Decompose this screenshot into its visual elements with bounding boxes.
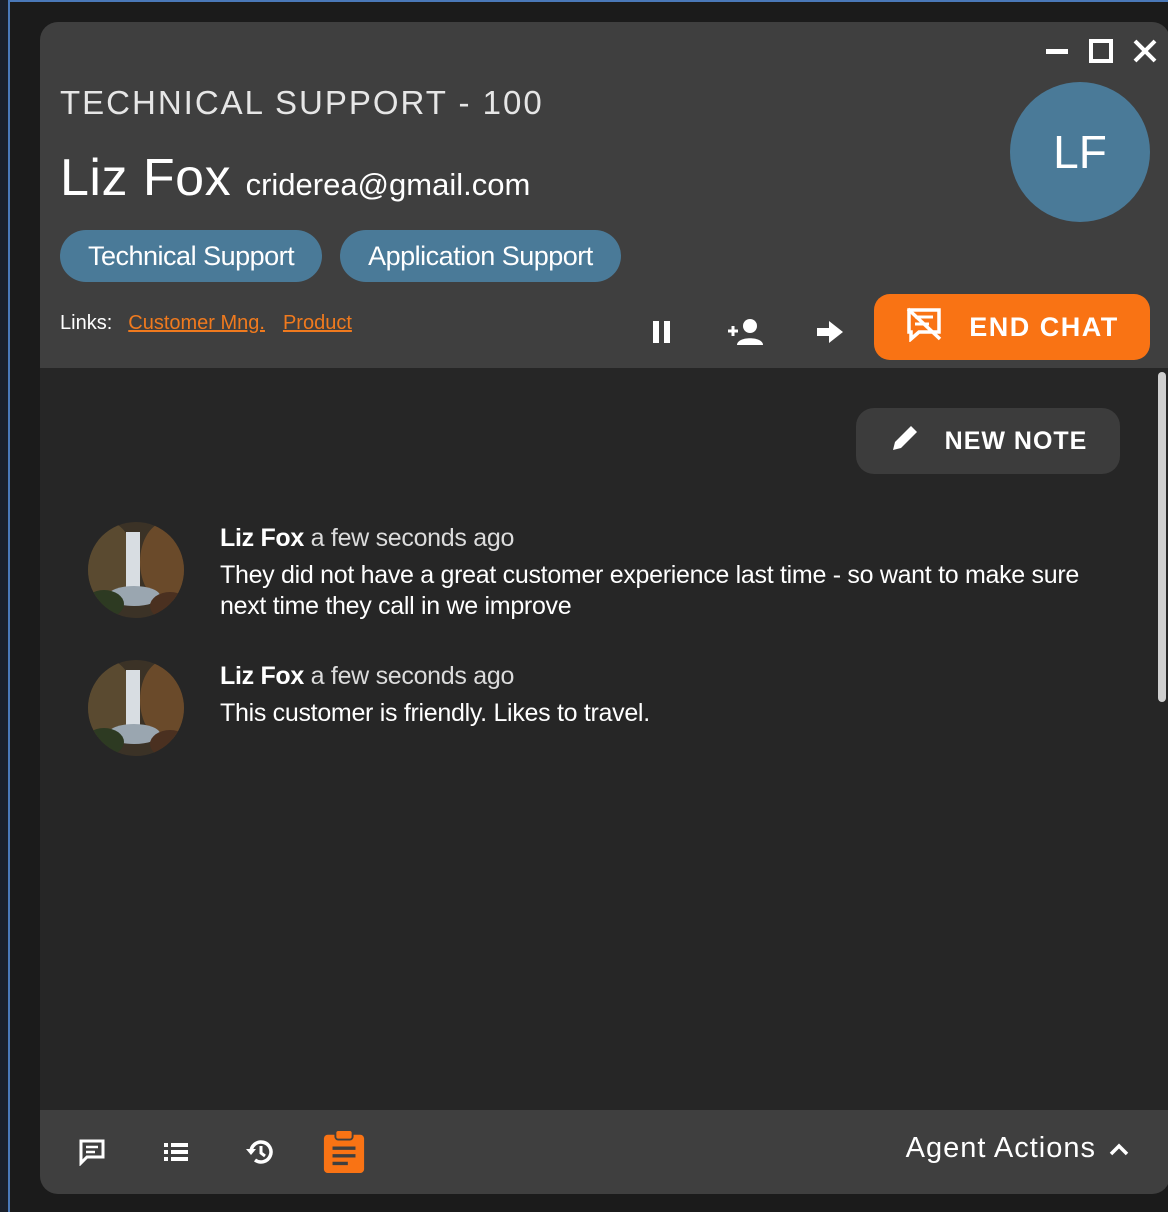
chevron-up-icon xyxy=(1108,1132,1130,1165)
chat-icon[interactable] xyxy=(70,1128,114,1176)
scrollbar[interactable] xyxy=(1156,370,1168,1110)
note-time: a few seconds ago xyxy=(310,662,515,690)
minimize-icon[interactable] xyxy=(1042,36,1072,66)
window-controls xyxy=(1042,36,1160,66)
note-meta: Liz Fox a few seconds ago xyxy=(220,522,1080,554)
note-time: a few seconds ago xyxy=(310,524,515,552)
customer-name: Liz Fox xyxy=(60,149,232,207)
link-product[interactable]: Product xyxy=(283,312,352,335)
customer-avatar: LF xyxy=(1010,82,1150,222)
customer-info: Liz Fox criderea@gmail.com xyxy=(60,148,530,208)
note-author: Liz Fox xyxy=(220,524,305,552)
note-body: This customer is friendly. Likes to trav… xyxy=(220,699,650,727)
pencil-icon xyxy=(889,422,921,461)
avatar xyxy=(88,522,184,618)
note-author: Liz Fox xyxy=(220,662,305,690)
footer-bar: Agent Actions xyxy=(40,1110,1168,1194)
links-label: Links: xyxy=(60,312,113,334)
chat-window: TECHNICAL SUPPORT - 100 Liz Fox criderea… xyxy=(40,22,1168,1194)
chat-header: TECHNICAL SUPPORT - 100 Liz Fox criderea… xyxy=(40,22,1168,368)
end-chat-button[interactable]: END CHAT xyxy=(874,294,1150,360)
note-content: Liz Fox a few seconds ago They did not h… xyxy=(220,522,1080,622)
link-customer-mng[interactable]: Customer Mng. xyxy=(128,312,265,335)
agent-actions-toggle[interactable]: Agent Actions xyxy=(906,1132,1130,1165)
customer-email: criderea@gmail.com xyxy=(245,167,531,202)
note-body: They did not have a great customer exper… xyxy=(220,561,1079,620)
add-user-icon[interactable] xyxy=(724,310,768,354)
tag-application-support[interactable]: Application Support xyxy=(340,230,621,282)
footer-tabs xyxy=(70,1128,406,1176)
links-row: Links: Customer Mng. Product xyxy=(60,312,370,335)
close-icon[interactable] xyxy=(1130,36,1160,66)
end-chat-icon xyxy=(905,306,943,349)
note-meta: Liz Fox a few seconds ago xyxy=(220,660,1080,692)
new-note-label: NEW NOTE xyxy=(944,426,1088,455)
agent-actions-label: Agent Actions xyxy=(905,1132,1096,1164)
app-frame: TECHNICAL SUPPORT - 100 Liz Fox criderea… xyxy=(8,0,1168,1212)
pause-icon[interactable] xyxy=(640,310,684,354)
scrollbar-thumb[interactable] xyxy=(1158,372,1166,702)
note-content: Liz Fox a few seconds ago This customer … xyxy=(220,660,1080,729)
avatar xyxy=(88,660,184,756)
list-icon[interactable] xyxy=(154,1128,198,1176)
maximize-icon[interactable] xyxy=(1086,36,1116,66)
notes-clipboard-icon[interactable] xyxy=(322,1128,366,1176)
skill-tags: Technical Support Application Support xyxy=(60,230,621,282)
tag-technical-support[interactable]: Technical Support xyxy=(60,230,323,282)
history-icon[interactable] xyxy=(238,1128,282,1176)
new-note-button[interactable]: NEW NOTE xyxy=(856,408,1120,474)
notes-panel: NEW NOTE Liz Fox a few seconds ago They … xyxy=(40,368,1168,1110)
end-chat-label: END CHAT xyxy=(969,311,1119,342)
transfer-arrow-icon[interactable] xyxy=(808,310,852,354)
queue-title: TECHNICAL SUPPORT - 100 xyxy=(60,84,544,121)
chat-actions xyxy=(640,310,892,354)
